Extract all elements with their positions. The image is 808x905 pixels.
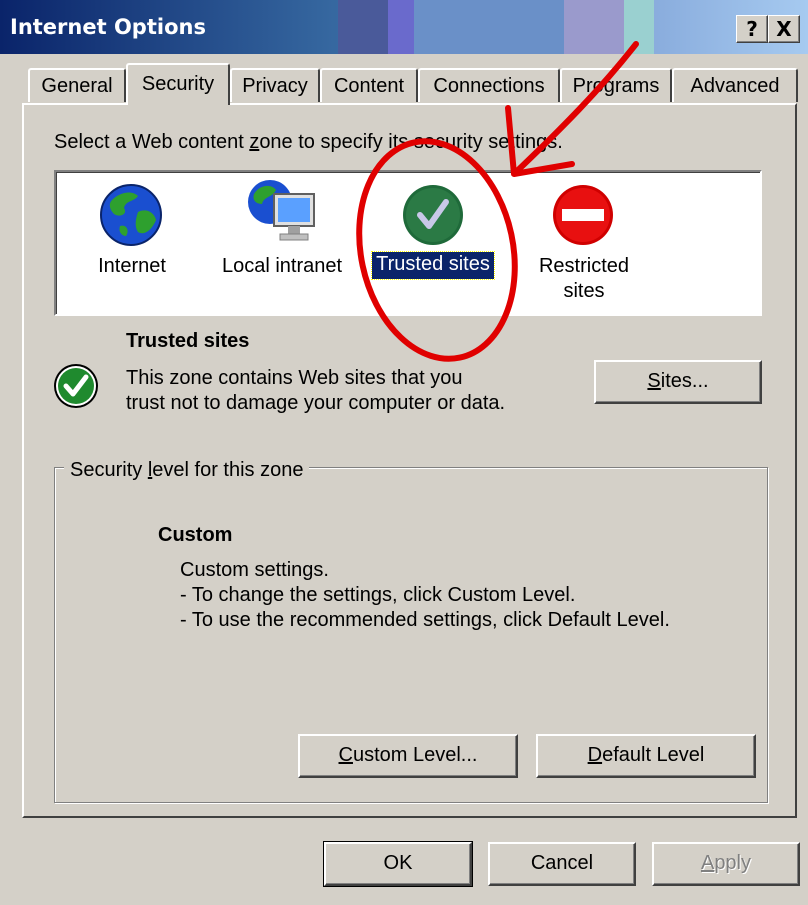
no-entry-icon[interactable] [550,182,616,254]
zone-label-internet: Internet [98,255,166,277]
default-level-button[interactable]: Default Level [536,734,756,778]
security-level-line: - To use the recommended settings, click… [180,609,670,631]
title-bar-decor [414,0,564,54]
custom-level-button[interactable]: Custom Level... [298,734,518,778]
selected-zone-description: This zone contains Web sites that you tr… [126,367,506,414]
title-bar-decor [564,0,624,54]
selected-zone-icon [52,362,100,416]
tab-advanced[interactable]: Advanced [672,68,798,102]
tab-content[interactable]: Content [320,68,418,102]
title-bar-decor [624,0,654,54]
security-level-description: Custom settings. - To change the setting… [180,558,670,633]
zone-instruction: Select a Web content zone to specify its… [54,131,563,153]
tab-security[interactable]: Security [126,63,230,105]
title-bar-decor [338,0,388,54]
intranet-icon[interactable] [244,176,320,254]
zone-list[interactable]: Internet Local intranet Trusted sites Re… [54,170,762,316]
help-button[interactable]: ? [736,15,768,43]
close-button[interactable]: X [768,15,800,43]
zone-label-restricted-sites: Restricted sites [538,255,630,302]
cancel-button[interactable]: Cancel [488,842,636,886]
selected-zone-title: Trusted sites [126,330,250,352]
security-level-line: Custom settings. [180,559,329,581]
zone-label-trusted-sites: Trusted sites [371,251,495,280]
sites-button[interactable]: Sites... [594,360,762,404]
check-icon[interactable] [400,182,466,254]
globe-icon[interactable] [98,182,164,254]
security-level-group-title: Security level for this zone [64,459,310,482]
tab-privacy[interactable]: Privacy [230,68,320,102]
title-bar-decor [388,0,414,54]
title-bar[interactable]: Internet Options ? X [0,0,808,54]
tab-connections[interactable]: Connections [418,68,560,102]
zone-label-local-intranet: Local intranet [221,255,343,277]
security-level-line: - To change the settings, click Custom L… [180,584,576,606]
apply-button[interactable]: Apply [652,842,800,886]
tab-general[interactable]: General [28,68,126,102]
tab-programs[interactable]: Programs [560,68,672,102]
security-level-name: Custom [158,524,233,546]
ok-button[interactable]: OK [323,841,473,887]
window-title: Internet Options [10,15,206,39]
